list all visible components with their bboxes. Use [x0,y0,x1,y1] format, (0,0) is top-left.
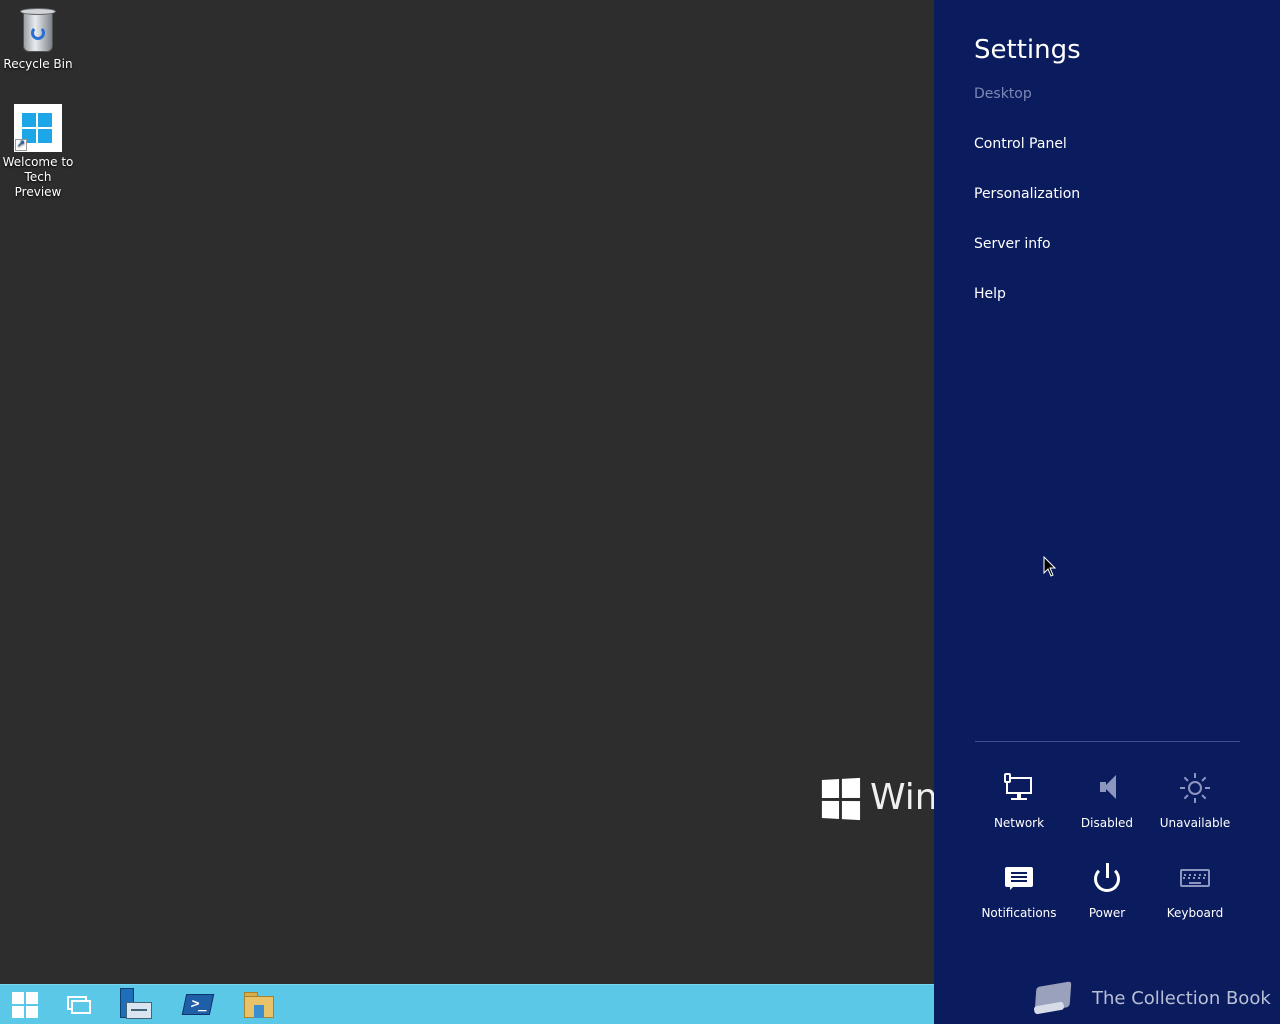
power-tile[interactable]: Power [1063,863,1151,933]
windows-logo-icon [12,992,38,1018]
notifications-tile[interactable]: Notifications [975,863,1063,933]
windows-watermark: Wind [820,776,934,826]
powershell-button[interactable]: >_ [170,985,226,1024]
brightness-tile[interactable]: Unavailable [1151,773,1239,843]
windows-watermark-text: Wind [870,777,934,818]
collection-book-watermark: The Collection Book [1030,976,1271,1022]
task-view-button[interactable] [52,985,108,1024]
start-button[interactable] [0,985,56,1024]
keyboard-tile[interactable]: Keyboard [1151,863,1239,933]
help-link[interactable]: Help [974,286,1006,302]
charm-title: Settings [974,35,1081,65]
network-tile[interactable]: Network [975,773,1063,843]
volume-tile[interactable]: Disabled [1063,773,1151,843]
charm-divider [975,741,1240,742]
recycle-bin-icon [14,6,62,54]
brightness-icon [1180,773,1210,803]
server-info-link[interactable]: Server info [974,236,1051,252]
power-icon [1092,863,1122,893]
control-panel-link[interactable]: Control Panel [974,136,1067,152]
welcome-tech-preview-desktop-icon[interactable]: ↗ Welcome to Tech Preview [0,104,76,200]
recycle-bin-label: Recycle Bin [3,57,73,71]
keyboard-label: Keyboard [1166,906,1224,920]
taskbar: >_ [0,984,934,1024]
book-icon [1030,980,1074,1018]
charm-subtitle: Desktop [974,86,1032,102]
powershell-icon: >_ [181,994,215,1015]
notifications-icon [1004,863,1034,893]
collection-book-label: The Collection Book [1092,988,1271,1009]
network-icon [1004,773,1034,803]
brightness-label: Unavailable [1159,816,1231,830]
file-explorer-button[interactable] [230,985,286,1024]
server-manager-button[interactable] [108,985,164,1024]
volume-icon [1092,773,1122,803]
keyboard-icon [1180,863,1210,893]
windows-logo-icon [821,777,861,821]
welcome-tech-preview-label: Welcome to Tech Preview [2,155,74,199]
shortcut-arrow-icon: ↗ [15,139,27,151]
settings-charm-panel: Settings Desktop Control Panel Personali… [934,0,1280,1024]
personalization-link[interactable]: Personalization [974,186,1080,202]
windows-logo-icon: ↗ [14,104,62,152]
recycle-bin-desktop-icon[interactable]: Recycle Bin [0,6,76,72]
